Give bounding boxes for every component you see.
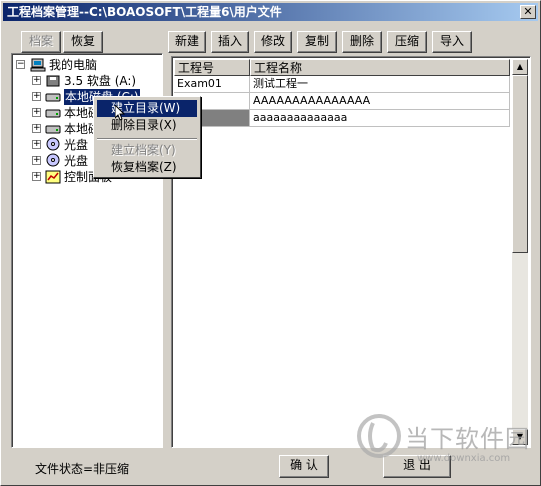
tree-item-floppy[interactable]: + 3.5 软盘 (A:) bbox=[32, 73, 162, 89]
file-status-label: 文件状态=非压缩 bbox=[35, 462, 130, 476]
mouse-cursor-icon bbox=[115, 105, 125, 121]
vertical-scrollbar[interactable]: ▲ ▼ bbox=[512, 59, 528, 445]
table-cell[interactable]: AAAAAAAAAAAAAAA bbox=[250, 93, 510, 110]
tree-label: 我的电脑 bbox=[49, 58, 98, 72]
expand-icon[interactable]: + bbox=[32, 92, 41, 101]
control-panel-icon bbox=[45, 170, 61, 184]
archive-manager-window: 工程档案管理--C:\BOAOSOFT\工程量6\用户文件 ✕ 档案 恢复 新建… bbox=[0, 0, 541, 486]
column-header-project-name[interactable]: 工程名称 bbox=[250, 59, 510, 76]
collapse-icon[interactable]: − bbox=[16, 60, 25, 69]
drive-icon bbox=[45, 109, 61, 118]
expand-icon[interactable]: + bbox=[32, 76, 41, 85]
floppy-icon bbox=[46, 75, 60, 87]
tree-label: 光盘 bbox=[64, 154, 89, 168]
menu-separator bbox=[97, 138, 197, 140]
scroll-up-button[interactable]: ▲ bbox=[512, 59, 528, 75]
table-cell[interactable]: aaaaaaaaaaaaaa bbox=[250, 110, 510, 127]
expand-icon[interactable]: + bbox=[32, 156, 41, 165]
compress-button[interactable]: 压缩 bbox=[387, 31, 427, 53]
table-cell[interactable]: Exam01 bbox=[174, 76, 250, 93]
new-button[interactable]: 新建 bbox=[168, 31, 206, 53]
drive-icon bbox=[45, 125, 61, 134]
restore-button[interactable]: 恢复 bbox=[63, 31, 103, 53]
tree-label: 光盘 bbox=[64, 138, 89, 152]
expand-icon[interactable]: + bbox=[32, 140, 41, 149]
expand-icon[interactable]: + bbox=[32, 124, 41, 133]
menu-item-create-folder[interactable]: 建立目录(W) bbox=[97, 100, 197, 117]
drive-icon bbox=[45, 93, 61, 102]
scroll-thumb[interactable] bbox=[512, 75, 528, 253]
context-menu: 建立目录(W) 删除目录(X) 建立档案(Y) 恢复档案(Z) bbox=[93, 96, 201, 178]
expand-icon[interactable]: + bbox=[32, 172, 41, 181]
expand-icon[interactable]: + bbox=[32, 108, 41, 117]
watermark-logo-icon bbox=[357, 414, 401, 458]
cd-icon bbox=[46, 153, 60, 167]
close-icon: ✕ bbox=[523, 5, 533, 18]
watermark-brand: 当下软件园 bbox=[405, 425, 530, 453]
close-button[interactable]: ✕ bbox=[520, 5, 536, 19]
watermark-url: www.downxia.com bbox=[417, 453, 511, 464]
project-table[interactable]: 工程号 工程名称 Exam01 测试工程一 AAA AAAAAAAAAAAA AA… bbox=[171, 56, 531, 448]
menu-item-restore-archive[interactable]: 恢复档案(Z) bbox=[97, 159, 197, 176]
tree-root[interactable]: − 我的电脑 bbox=[16, 57, 156, 73]
column-header-project-no[interactable]: 工程号 bbox=[174, 59, 250, 76]
import-button[interactable]: 导入 bbox=[432, 31, 472, 53]
copy-button[interactable]: 复制 bbox=[297, 31, 337, 53]
window-title: 工程档案管理--C:\BOAOSOFT\工程量6\用户文件 bbox=[7, 5, 282, 19]
insert-button[interactable]: 插入 bbox=[211, 31, 249, 53]
computer-icon bbox=[30, 58, 46, 72]
archive-button[interactable]: 档案 bbox=[21, 31, 61, 53]
cd-icon bbox=[46, 137, 60, 151]
title-bar: 工程档案管理--C:\BOAOSOFT\工程量6\用户文件 ✕ bbox=[3, 3, 538, 21]
menu-item-delete-folder[interactable]: 删除目录(X) bbox=[97, 117, 197, 134]
delete-button[interactable]: 删除 bbox=[342, 31, 382, 53]
arrow-up-icon: ▲ bbox=[516, 62, 524, 71]
confirm-button[interactable]: 确 认 bbox=[279, 455, 329, 478]
table-cell[interactable]: 测试工程一 bbox=[250, 76, 510, 93]
menu-item-create-archive[interactable]: 建立档案(Y) bbox=[97, 142, 197, 159]
edit-button[interactable]: 修改 bbox=[254, 31, 292, 53]
tree-label: 3.5 软盘 (A:) bbox=[64, 74, 137, 88]
